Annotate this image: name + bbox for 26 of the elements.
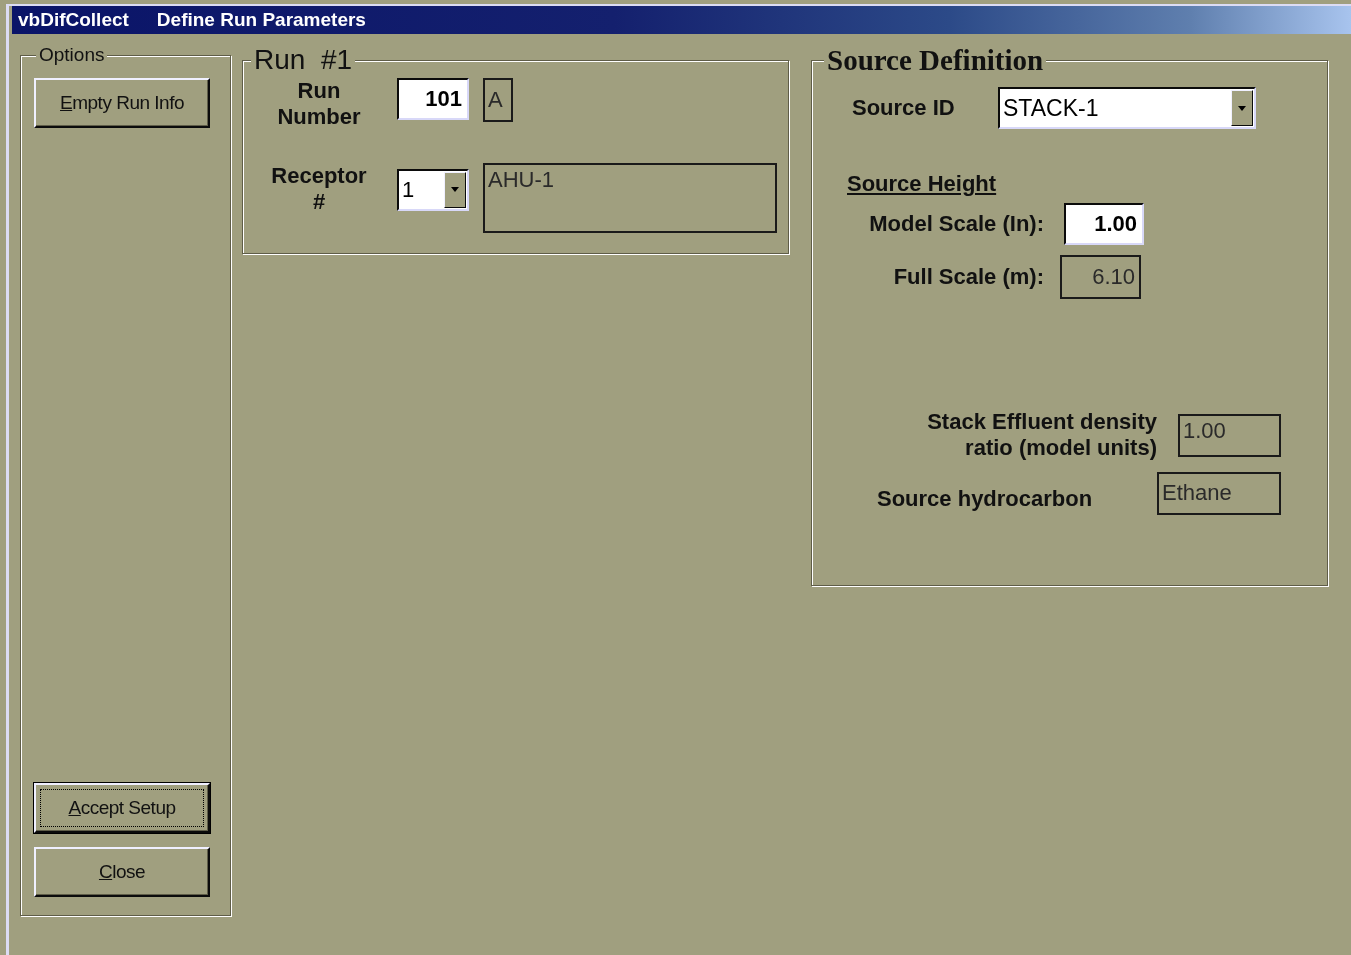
- run-suffix-field: A: [483, 78, 513, 122]
- option-button[interactable]: Empty Run Info: [34, 78, 210, 128]
- value-field[interactable]: 1.00: [1064, 203, 1144, 245]
- field-label: Model Scale (In):: [868, 210, 1044, 238]
- field-label: Receptor #: [270, 162, 368, 216]
- source-id-dropdown[interactable]: STACK-1: [998, 87, 1256, 129]
- value-field: 6.10: [1060, 255, 1141, 299]
- dropdown-arrow-icon: [451, 187, 459, 193]
- dropdown-arrow-icon: [1238, 105, 1246, 111]
- run-number-field[interactable]: 101: [397, 78, 469, 120]
- field-label: Source ID: [852, 94, 956, 122]
- dropdown-button[interactable]: [444, 171, 466, 208]
- window-title: vbDifCollect: [18, 9, 129, 31]
- option-button[interactable]: Close: [34, 847, 210, 897]
- field-label: Source hydrocarbon: [877, 485, 1094, 513]
- field-label: Run Number: [276, 78, 362, 131]
- receptor-dropdown[interactable]: 1: [397, 168, 469, 211]
- receptor-description-field: AHU-1: [483, 162, 777, 233]
- option-button[interactable]: Accept Setup: [34, 783, 210, 833]
- density-ratio-field: 1.00: [1178, 413, 1281, 457]
- section-heading: Source Height: [847, 171, 997, 197]
- hydrocarbon-field: Ethane: [1157, 471, 1281, 515]
- dropdown-button[interactable]: [1231, 90, 1253, 126]
- field-label: Stack Effluent density ratio (model units): [926, 409, 1157, 462]
- window-subtitle: Define Run Parameters: [156, 9, 366, 31]
- field-label: Full Scale (m):: [892, 263, 1044, 291]
